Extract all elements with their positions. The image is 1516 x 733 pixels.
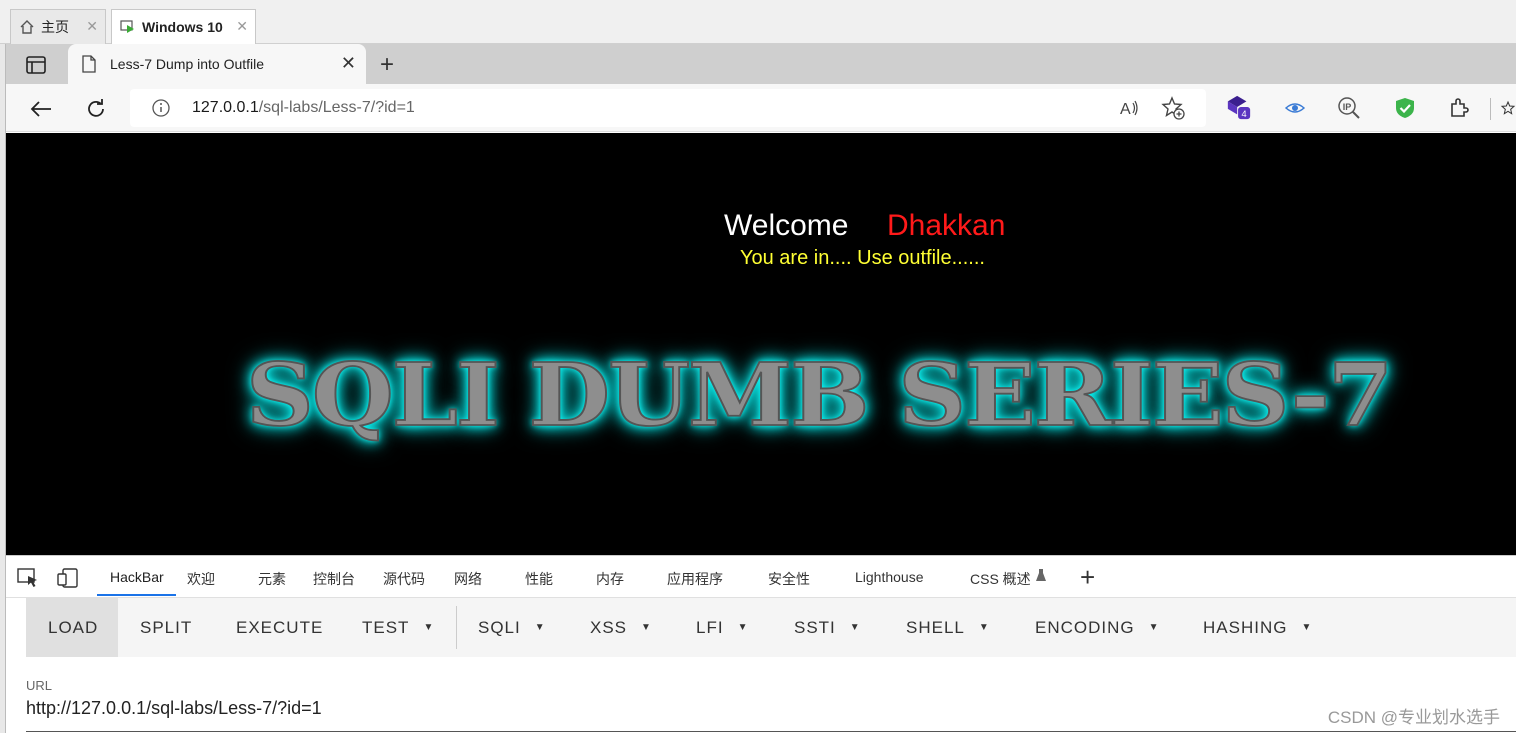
devtools-panel: HackBar 欢迎 元素 控制台 源代码 网络 性能 内存 应用程序 安全性 …	[6, 555, 1516, 733]
devtools-tab-css-overview[interactable]: CSS 概述	[970, 569, 1031, 589]
url-host: 127.0.0.1	[192, 99, 259, 116]
caret-down-icon: ▼	[849, 622, 861, 633]
browser-tab-strip: Less-7 Dump into Outfile ✕ +	[6, 44, 1516, 84]
sqli-menu[interactable]: SQLI ▼	[456, 598, 568, 657]
split-button[interactable]: SPLIT	[118, 598, 214, 657]
tab-actions-icon[interactable]	[18, 52, 54, 78]
vm-tab-label: Windows 10	[142, 19, 223, 35]
caret-down-icon: ▼	[737, 622, 749, 633]
devtools-tab-sources[interactable]: 源代码	[383, 569, 425, 589]
xss-label: XSS	[590, 617, 628, 637]
hackbar-toolbar: LOAD SPLIT EXECUTE TEST ▼ SQLI ▼ XSS ▼ LFI ▼…	[26, 598, 1516, 657]
devtools-tab-performance[interactable]: 性能	[525, 569, 553, 589]
url-field[interactable]: http://127.0.0.1/sql-labs/Less-7/?id=1	[26, 698, 322, 719]
close-icon[interactable]: ✕	[341, 53, 356, 74]
new-tab-button[interactable]: +	[372, 50, 402, 80]
ssti-label: SSTI	[794, 617, 836, 637]
encoding-menu[interactable]: ENCODING ▼	[1013, 598, 1182, 657]
svg-text:4: 4	[1242, 109, 1247, 119]
status-message: You are in.... Use outfile......	[740, 247, 985, 269]
sqli-label: SQLI	[478, 617, 521, 637]
lfi-menu[interactable]: LFI ▼	[674, 598, 770, 657]
browser-tab-title: Less-7 Dump into Outfile	[110, 56, 265, 72]
refresh-button[interactable]	[81, 94, 111, 124]
hashing-menu[interactable]: HASHING ▼	[1181, 598, 1334, 657]
caret-down-icon: ▼	[1301, 622, 1313, 633]
load-label: LOAD	[48, 617, 99, 637]
devtools-tab-elements[interactable]: 元素	[258, 569, 286, 589]
add-tab-button[interactable]: +	[1080, 562, 1095, 593]
flask-icon	[1033, 567, 1049, 583]
vm-tab-label: 主页	[41, 19, 69, 35]
test-menu[interactable]: TEST ▼	[340, 598, 456, 657]
devtools-tab-network[interactable]: 网络	[454, 569, 482, 589]
browser-tab-active[interactable]: Less-7 Dump into Outfile ✕	[68, 44, 366, 84]
caret-down-icon: ▼	[641, 622, 652, 633]
welcome-text: Welcome	[724, 209, 849, 242]
banner-title: SQLI DUMB SERIES-7	[245, 344, 1394, 447]
caret-down-icon: ▼	[1148, 622, 1160, 633]
vm-icon	[120, 19, 136, 35]
favorites-add-icon[interactable]	[1160, 95, 1186, 121]
svg-text:A: A	[1120, 101, 1131, 118]
test-label: TEST	[362, 617, 410, 637]
devtools-tab-bar: HackBar 欢迎 元素 控制台 源代码 网络 性能 内存 应用程序 安全性 …	[6, 556, 1516, 598]
execute-label: EXECUTE	[236, 617, 324, 637]
back-button[interactable]	[26, 94, 56, 124]
close-icon[interactable]: ✕	[86, 18, 98, 35]
favorites-icon[interactable]	[1500, 95, 1516, 121]
hashing-label: HASHING	[1203, 617, 1288, 637]
address-toolbar: 127.0.0.1/sql-labs/Less-7/?id=1 A 4 IP	[6, 84, 1516, 132]
shell-label: SHELL	[906, 617, 965, 637]
xss-menu[interactable]: XSS ▼	[568, 598, 674, 657]
encoding-label: ENCODING	[1035, 617, 1135, 637]
watermark: CSDN @专业划水选手	[1327, 708, 1500, 727]
inspect-icon[interactable]	[16, 566, 40, 590]
devtools-tab-welcome[interactable]: 欢迎	[187, 569, 215, 589]
devtools-tab-console[interactable]: 控制台	[313, 569, 355, 589]
page-icon	[82, 55, 96, 73]
lfi-label: LFI	[696, 617, 724, 637]
devtools-tab-lighthouse[interactable]: Lighthouse	[855, 569, 924, 585]
extensions-puzzle-icon[interactable]	[1446, 95, 1472, 121]
info-icon[interactable]	[152, 99, 170, 117]
shell-menu[interactable]: SHELL ▼	[884, 598, 1012, 657]
read-aloud-icon[interactable]: A	[1116, 95, 1142, 121]
devtools-tab-hackbar[interactable]: HackBar	[110, 569, 164, 585]
url-field-underline	[26, 731, 1516, 732]
split-label: SPLIT	[140, 617, 193, 637]
ip-extension-icon[interactable]: IP	[1336, 95, 1362, 121]
home-icon	[19, 19, 35, 35]
devtools-tab-application[interactable]: 应用程序	[667, 569, 723, 589]
vm-tab-windows[interactable]: Windows 10 ✕	[111, 9, 256, 44]
device-toolbar-icon[interactable]	[56, 566, 80, 590]
active-tab-indicator	[97, 594, 176, 596]
toolbar-divider	[1490, 98, 1491, 120]
devtools-tab-memory[interactable]: 内存	[596, 569, 624, 589]
load-button[interactable]: LOAD	[26, 598, 118, 657]
vm-tab-strip: 主页 ✕ Windows 10 ✕	[0, 0, 1516, 44]
devtools-tab-security[interactable]: 安全性	[768, 569, 810, 589]
shield-icon[interactable]	[1392, 95, 1418, 121]
extension-icon[interactable]: 4	[1226, 94, 1252, 120]
caret-down-icon: ▼	[534, 622, 546, 633]
url-field-label: URL	[26, 678, 53, 693]
eye-extension-icon[interactable]	[1282, 95, 1308, 121]
vm-tab-home[interactable]: 主页 ✕	[10, 9, 106, 44]
web-page: Welcome Dhakkan You are in.... Use outfi…	[6, 133, 1516, 555]
svg-text:IP: IP	[1343, 102, 1352, 112]
ssti-menu[interactable]: SSTI ▼	[772, 598, 883, 657]
caret-down-icon: ▼	[423, 622, 435, 633]
url-path: /sql-labs/Less-7/?id=1	[258, 99, 415, 116]
caret-down-icon: ▼	[978, 622, 990, 633]
close-icon[interactable]: ✕	[236, 18, 248, 35]
url-text[interactable]: 127.0.0.1/sql-labs/Less-7/?id=1	[192, 99, 415, 117]
execute-button[interactable]: EXECUTE	[214, 598, 345, 657]
welcome-name: Dhakkan	[887, 209, 1006, 242]
address-bar[interactable]: 127.0.0.1/sql-labs/Less-7/?id=1 A	[130, 89, 1206, 127]
